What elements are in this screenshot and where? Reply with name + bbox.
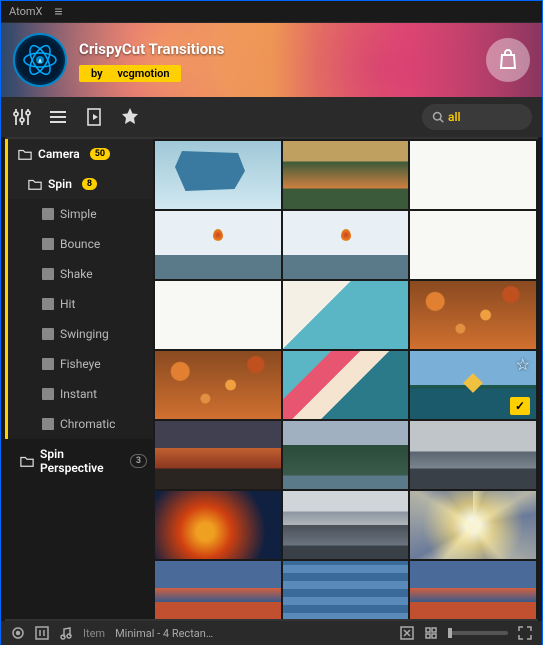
pack-title: CrispyCut Transitions: [79, 40, 224, 58]
category-sidebar[interactable]: Camera 50 Spin 8 Simple Bounce Shake Hit…: [5, 139, 153, 619]
import-file-icon[interactable]: [83, 106, 105, 128]
target-icon[interactable]: [11, 626, 25, 640]
preset-thumb[interactable]: [410, 561, 536, 619]
sidebar-item-fisheye[interactable]: Fisheye: [5, 349, 153, 379]
pack-logo: A: [13, 33, 67, 87]
preset-thumb[interactable]: [283, 211, 409, 279]
search-value: all: [448, 110, 461, 124]
sidebar-item-bounce[interactable]: Bounce: [5, 229, 153, 259]
sidebar-item-camera[interactable]: Camera 50: [5, 139, 153, 169]
sidebar-item-instant[interactable]: Instant: [5, 379, 153, 409]
grid-small-icon[interactable]: [424, 626, 438, 640]
preset-thumb[interactable]: [410, 491, 536, 559]
shopping-bag-button[interactable]: [486, 38, 530, 82]
favorites-star-icon[interactable]: [119, 106, 141, 128]
footer-item-label: Item: [83, 627, 105, 640]
search-icon: [432, 111, 444, 123]
sidebar-item-hit[interactable]: Hit: [5, 289, 153, 319]
fullscreen-icon[interactable]: [518, 626, 532, 640]
app-name: AtomX: [9, 5, 42, 18]
pause-icon[interactable]: [35, 626, 49, 640]
preset-thumb[interactable]: ☆ ✓: [410, 351, 536, 419]
sidebar-item-shake[interactable]: Shake: [5, 259, 153, 289]
sidebar-item-chromatic[interactable]: Chromatic: [5, 409, 153, 439]
search-input[interactable]: all: [422, 104, 532, 130]
preset-thumb[interactable]: [410, 421, 536, 489]
preset-thumb[interactable]: [410, 141, 536, 209]
settings-sliders-icon[interactable]: [11, 106, 33, 128]
sidebar-item-spin[interactable]: Spin 8: [5, 169, 153, 199]
preset-thumb[interactable]: [410, 211, 536, 279]
preset-thumb[interactable]: [155, 421, 281, 489]
preset-thumb[interactable]: [283, 561, 409, 619]
hamburger-icon[interactable]: ≡: [54, 3, 62, 20]
footer-item-value: Minimal - 4 Rectan…: [115, 627, 213, 640]
music-note-icon[interactable]: [59, 626, 73, 640]
preset-grid[interactable]: ☆ ✓: [153, 139, 538, 619]
sidebar-item-swinging[interactable]: Swinging: [5, 319, 153, 349]
preset-thumb[interactable]: [283, 491, 409, 559]
preset-thumb[interactable]: [410, 281, 536, 349]
preset-thumb[interactable]: [283, 421, 409, 489]
preset-thumb[interactable]: [155, 351, 281, 419]
pack-author[interactable]: by vcgmotion: [79, 62, 224, 81]
pack-header: A CrispyCut Transitions by vcgmotion: [1, 23, 542, 97]
thumb-size-slider[interactable]: [448, 631, 508, 635]
preset-thumb[interactable]: [155, 561, 281, 619]
fit-screen-icon[interactable]: [400, 626, 414, 640]
preset-thumb[interactable]: [155, 281, 281, 349]
toolbar: all: [1, 97, 542, 137]
preset-thumb[interactable]: [155, 491, 281, 559]
titlebar: AtomX ≡: [1, 1, 542, 23]
preset-thumb[interactable]: [283, 351, 409, 419]
list-view-icon[interactable]: [47, 106, 69, 128]
preset-thumb[interactable]: [283, 281, 409, 349]
selected-check-icon[interactable]: ✓: [510, 397, 530, 415]
favorite-star-icon[interactable]: ☆: [516, 355, 530, 374]
footer-bar: Item Minimal - 4 Rectan…: [1, 621, 542, 645]
sidebar-item-simple[interactable]: Simple: [5, 199, 153, 229]
preset-thumb[interactable]: [155, 211, 281, 279]
preset-thumb[interactable]: [155, 141, 281, 209]
sidebar-item-spin-perspective[interactable]: Spin Perspective 3: [5, 439, 153, 483]
preset-thumb[interactable]: [283, 141, 409, 209]
